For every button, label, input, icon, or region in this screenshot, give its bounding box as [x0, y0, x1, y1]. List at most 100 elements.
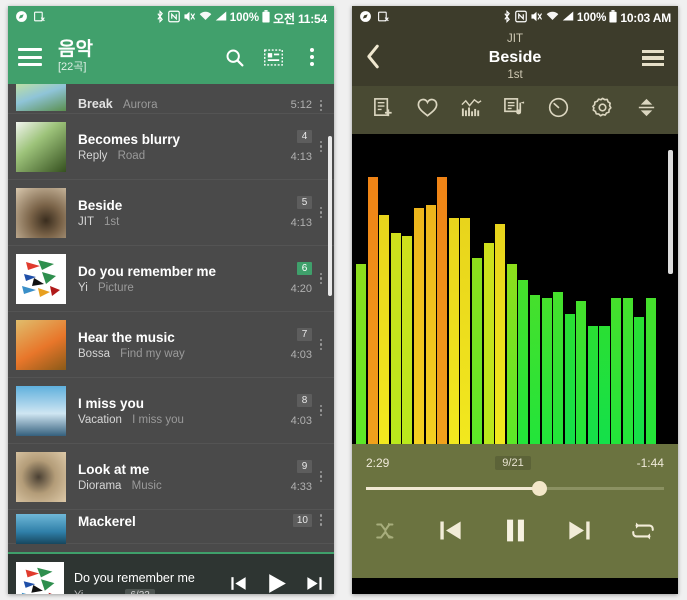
app-title-block: 음악 [22곡]: [58, 39, 93, 74]
bluetooth-icon: [502, 9, 512, 27]
expand-collapse-icon[interactable]: [635, 96, 658, 124]
repeat-icon[interactable]: [630, 518, 656, 549]
row-kebab-icon[interactable]: [312, 470, 330, 483]
table-row[interactable]: Look at me Diorama Music 9 4:33: [8, 444, 334, 510]
table-row[interactable]: Beside JIT 1st 5 4:13: [8, 180, 334, 246]
row-kebab-icon[interactable]: [312, 514, 330, 526]
hamburger-icon[interactable]: [18, 48, 42, 66]
row-kebab-icon[interactable]: [312, 338, 330, 351]
track-duration: 4:13: [290, 217, 312, 229]
status-right-icons: 100% 10:03 AM: [502, 9, 671, 27]
status-clock: 10:03 AM: [620, 11, 671, 25]
track-subtitle: Break Aurora: [78, 97, 266, 111]
visualizer-bar: [622, 298, 633, 444]
track-title: Becomes blurry: [78, 131, 181, 147]
track-subtitle: Vacation I miss you: [78, 414, 266, 426]
track-count-label: [22곡]: [58, 60, 87, 73]
visualizer-bar: [553, 292, 564, 444]
play-icon[interactable]: [264, 571, 289, 594]
track-duration: 4:13: [290, 151, 312, 163]
battery-icon: [609, 9, 617, 27]
spectrum-visualizer[interactable]: [352, 134, 678, 444]
status-left-icons: [359, 10, 390, 27]
track-meta: Break Aurora: [66, 94, 266, 111]
table-row[interactable]: I miss you Vacation I miss you 8 4:03: [8, 378, 334, 444]
track-artist: Reply: [78, 149, 108, 162]
signal-icon: [562, 10, 574, 26]
compass-icon: [15, 10, 28, 27]
album-art: [16, 319, 66, 370]
app-bar: 음악 [22곡]: [8, 30, 334, 84]
sleep-timer-icon[interactable]: [547, 96, 570, 124]
track-list[interactable]: Break Aurora 5:12 Becomes blurry Reply R…: [8, 84, 334, 552]
album-art: [16, 451, 66, 502]
time-row: 2:29 9/21 -1:44: [366, 456, 664, 470]
list-scrollbar[interactable]: [328, 136, 332, 296]
shuffle-icon[interactable]: [374, 518, 400, 549]
table-row[interactable]: Hear the music Bossa Find my way 7 4:03: [8, 312, 334, 378]
screenshot-stage: 100% 오전 11:54 음악 [22곡] Break Aurora 5:12…: [0, 0, 687, 600]
status-left-icons: [15, 10, 46, 27]
table-row[interactable]: Do you remember me Yi Picture 6 4:20: [8, 246, 334, 312]
track-right-col: 8 4:03: [266, 394, 312, 427]
visualizer-scrollbar[interactable]: [668, 150, 673, 274]
visualizer-bar: [576, 301, 587, 444]
track-meta: Mackerel: [66, 514, 266, 529]
settings-gear-icon[interactable]: [591, 96, 614, 124]
battery-percent: 100%: [229, 12, 260, 24]
pause-icon[interactable]: [501, 516, 530, 550]
compass-icon: [359, 10, 372, 27]
mini-player-bar[interactable]: Do you remember me Yi 6/22: [8, 552, 334, 594]
table-row[interactable]: Becomes blurry Reply Road 4 4:13: [8, 114, 334, 180]
track-album: Picture: [98, 281, 134, 294]
back-arrow-icon[interactable]: [366, 44, 381, 73]
track-artist: Diorama: [78, 479, 122, 492]
row-kebab-icon[interactable]: [312, 404, 330, 417]
now-playing-titles: JIT Beside 1st: [352, 32, 678, 84]
table-row[interactable]: Break Aurora 5:12: [8, 84, 334, 114]
list-view-icon[interactable]: [261, 45, 285, 69]
track-index: 5: [297, 196, 312, 209]
playlist-menu-icon[interactable]: [642, 49, 664, 67]
track-meta: Becomes blurry Reply Road: [66, 132, 266, 162]
next-track-icon[interactable]: [566, 517, 593, 549]
track-subtitle: JIT 1st: [78, 216, 266, 228]
add-to-playlist-icon[interactable]: [372, 96, 395, 124]
previous-track-icon[interactable]: [229, 574, 248, 594]
track-album: Road: [117, 149, 146, 162]
track-title: I miss you: [78, 395, 145, 411]
visualizer-bar: [564, 313, 575, 444]
right-phone-now-playing: 100% 10:03 AM JIT Beside 1st 2:29 9/21 -…: [352, 6, 678, 594]
track-subtitle: Reply Road: [78, 150, 266, 162]
lyrics-icon[interactable]: [503, 96, 526, 124]
mute-icon: [530, 10, 543, 27]
kebab-icon[interactable]: [300, 45, 324, 69]
player-controls-panel: 2:29 9/21 -1:44: [352, 444, 678, 578]
seek-bar[interactable]: [366, 478, 664, 500]
next-track-icon[interactable]: [305, 574, 324, 594]
track-duration: 4:20: [290, 283, 312, 295]
now-playing-album: 1st: [507, 69, 523, 82]
status-clock: 오전 11:54: [273, 11, 327, 26]
search-icon[interactable]: [222, 45, 246, 69]
visualizer-bar: [367, 177, 378, 444]
track-right-col: 6 4:20: [266, 262, 312, 295]
row-kebab-icon[interactable]: [312, 99, 330, 111]
favorite-heart-icon[interactable]: [416, 96, 439, 124]
track-meta: Do you remember me Yi Picture: [66, 264, 266, 294]
seek-handle[interactable]: [531, 481, 547, 496]
mini-track-sub: Yi 6/22: [74, 588, 223, 594]
track-meta: Beside JIT 1st: [66, 198, 266, 228]
bluetooth-icon: [155, 9, 165, 27]
mini-player-controls: [223, 571, 324, 594]
track-album: Find my way: [120, 347, 185, 360]
screen-capture-icon: [377, 10, 390, 27]
previous-track-icon[interactable]: [437, 517, 464, 549]
track-index: 6: [297, 262, 312, 275]
equalizer-icon[interactable]: [460, 96, 483, 124]
nfc-icon: [515, 10, 527, 27]
wifi-icon: [199, 10, 212, 26]
visualizer-bar: [599, 326, 610, 444]
table-row[interactable]: Mackerel 10: [8, 510, 334, 544]
track-subtitle: Diorama Music: [78, 480, 266, 492]
